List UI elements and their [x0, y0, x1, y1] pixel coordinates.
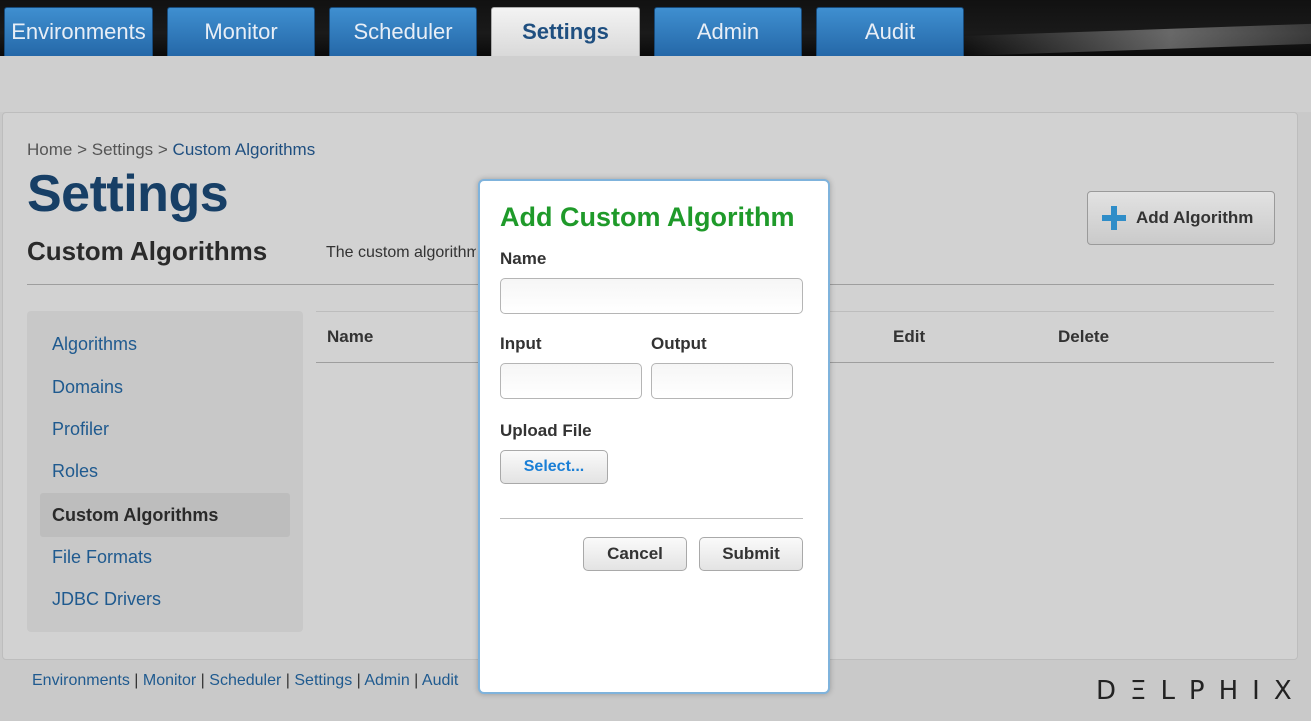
footer-separator: | [352, 672, 365, 689]
add-algorithm-label: Add Algorithm [1136, 208, 1254, 227]
plus-icon [1102, 206, 1126, 230]
footer-link-admin[interactable]: Admin [364, 672, 409, 689]
output-field[interactable] [651, 363, 793, 399]
input-field[interactable] [500, 363, 642, 399]
sidebar-item-domains[interactable]: Domains [52, 377, 123, 398]
breadcrumb-separator: > [72, 140, 92, 159]
tab-monitor[interactable]: Monitor [167, 7, 315, 56]
page-title: Settings [27, 165, 229, 223]
submit-button[interactable]: Submit [699, 537, 803, 571]
tab-audit[interactable]: Audit [816, 7, 964, 56]
column-header-name: Name [327, 327, 374, 346]
tab-scheduler[interactable]: Scheduler [329, 7, 477, 56]
name-input[interactable] [500, 278, 803, 314]
footer-separator: | [281, 672, 295, 689]
delphix-logo: DΞLPHIX [1096, 676, 1306, 706]
footer-separator: | [129, 672, 143, 689]
add-algorithm-button[interactable]: Add Algorithm [1087, 191, 1275, 245]
output-label: Output [651, 334, 707, 353]
sub-header-band [0, 56, 1311, 112]
sidebar-item-custom-algorithms[interactable]: Custom Algorithms [52, 505, 218, 526]
footer-link-environments[interactable]: Environments [32, 672, 130, 689]
column-header-edit: Edit [893, 327, 926, 346]
column-header-delete: Delete [1058, 327, 1110, 346]
sidebar-item-profiler[interactable]: Profiler [52, 419, 109, 440]
section-title: Custom Algorithms [27, 236, 268, 266]
header-decoration [960, 23, 1311, 56]
sidebar-item-file-formats[interactable]: File Formats [52, 547, 152, 568]
breadcrumb-separator: > [153, 140, 173, 159]
sidebar-item-roles[interactable]: Roles [52, 461, 98, 482]
footer-nav: Environments | Monitor | Scheduler | Set… [32, 672, 458, 690]
dialog-title: Add Custom Algorithm [500, 202, 795, 232]
dialog-divider [500, 518, 803, 519]
name-label: Name [500, 249, 547, 268]
sidebar-item-jdbc-drivers[interactable]: JDBC Drivers [52, 589, 161, 610]
tab-settings[interactable]: Settings [491, 7, 640, 56]
input-label: Input [500, 334, 542, 353]
cancel-button[interactable]: Cancel [583, 537, 687, 571]
section-description: The custom algorithm [326, 244, 476, 261]
footer-separator: | [409, 672, 422, 689]
add-custom-algorithm-dialog: Add Custom Algorithm Name Input Output U… [478, 179, 830, 694]
breadcrumb-home[interactable]: Home [27, 140, 72, 159]
footer-separator: | [196, 672, 210, 689]
breadcrumb: Home > Settings > Custom Algorithms [27, 140, 315, 160]
footer-link-settings[interactable]: Settings [294, 672, 352, 689]
tab-environments[interactable]: Environments [4, 7, 153, 56]
footer-link-monitor[interactable]: Monitor [143, 672, 196, 689]
select-file-button[interactable]: Select... [500, 450, 608, 484]
breadcrumb-current: Custom Algorithms [172, 140, 316, 159]
upload-file-label: Upload File [500, 421, 592, 440]
breadcrumb-settings[interactable]: Settings [92, 140, 153, 159]
footer-link-audit[interactable]: Audit [422, 672, 458, 689]
sidebar-item-algorithms[interactable]: Algorithms [52, 334, 137, 355]
footer-link-scheduler[interactable]: Scheduler [209, 672, 281, 689]
tab-admin[interactable]: Admin [654, 7, 802, 56]
